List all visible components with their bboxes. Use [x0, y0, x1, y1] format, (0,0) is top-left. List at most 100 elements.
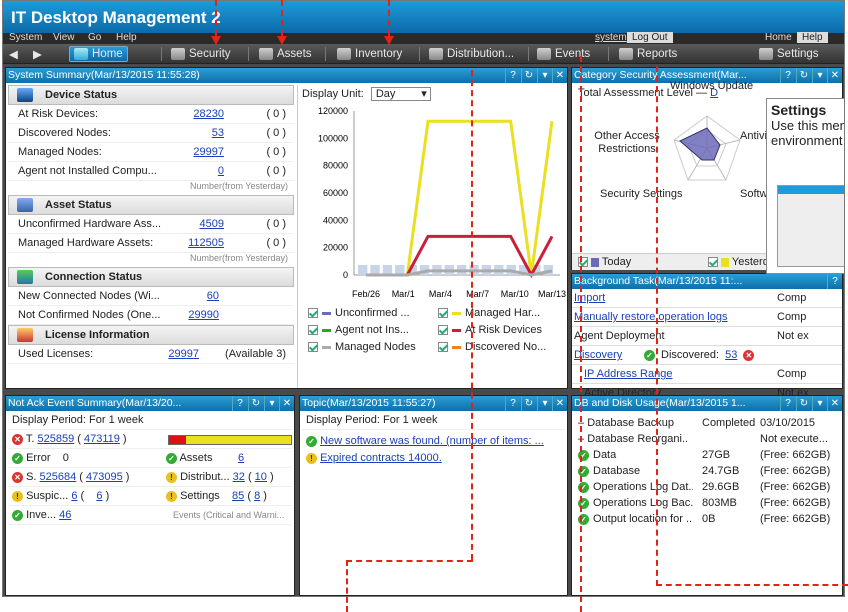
tab-events[interactable]: Events	[533, 46, 594, 62]
close-icon[interactable]: ✕	[827, 68, 842, 83]
tab-distribution[interactable]: Distribution...	[425, 46, 518, 62]
tab-reports[interactable]: Reports	[615, 46, 681, 62]
series-checkbox[interactable]	[438, 325, 448, 336]
status-row: Managed Hardware Assets: 112505( 0 )	[8, 234, 294, 253]
lock-icon	[171, 48, 185, 60]
status-value-link[interactable]: 53	[212, 124, 224, 143]
radar-label-security-settings: Security Settings	[600, 188, 683, 200]
critical-icon: ✕	[743, 349, 755, 361]
close-icon[interactable]: ✕	[279, 396, 294, 411]
help-icon[interactable]: ?	[505, 396, 520, 411]
tab-settings[interactable]: Settings	[755, 46, 823, 62]
home-link[interactable]: Home	[765, 32, 792, 43]
ok-icon: ✓	[12, 509, 23, 521]
panel-title: Topic(Mar/13/2015 11:55:27) ? ↻ ▾ ✕	[300, 396, 567, 411]
status-value-link[interactable]: 112505	[188, 234, 224, 253]
minimize-icon[interactable]: ▾	[537, 68, 552, 83]
legend-item[interactable]: At Risk Devices	[438, 324, 542, 336]
series-line	[366, 119, 554, 277]
radar-label-windows-update: Windows Update	[670, 80, 754, 92]
minimize-icon[interactable]: ▾	[812, 396, 827, 411]
tooltip-preview-image	[777, 185, 844, 267]
tab-inventory[interactable]: Inventory	[333, 46, 406, 62]
status-value-link[interactable]: 4509	[200, 215, 224, 234]
legend-item[interactable]: Agent not Ins...	[308, 324, 409, 336]
critical-icon: ✕	[12, 471, 23, 483]
status-value-link[interactable]: 29997	[193, 143, 224, 162]
y-tick-label: 80000	[323, 161, 348, 171]
db-row: – Database Reorgani... Not execute...	[578, 433, 828, 445]
menu-bar: System View Go Help system Log Out Home …	[3, 32, 844, 44]
task-name: Agent Deployment	[574, 330, 665, 342]
event-total-row: ✕ T. 525859 ( 473119 )	[8, 430, 292, 449]
refresh-icon[interactable]: ↻	[521, 68, 536, 83]
close-icon[interactable]: ✕	[552, 68, 567, 83]
minimize-icon[interactable]: ▾	[264, 396, 279, 411]
status-value-link[interactable]: 60	[207, 287, 219, 306]
x-tick-label: Mar/13	[538, 289, 566, 299]
help-icon[interactable]: ?	[780, 68, 795, 83]
section-asset-status: Asset Status	[8, 195, 294, 215]
topic-panel: Topic(Mar/13/2015 11:55:27) ? ↻ ▾ ✕ Disp…	[299, 395, 568, 596]
event-ratio-bar	[168, 435, 292, 445]
status-value-link[interactable]: 28230	[193, 105, 224, 124]
menu-help[interactable]: Help	[116, 32, 137, 43]
y-tick-label: 0	[343, 270, 348, 280]
refresh-icon[interactable]: ↻	[248, 396, 263, 411]
help-icon[interactable]: ?	[232, 396, 247, 411]
refresh-icon[interactable]: ↻	[796, 68, 811, 83]
back-button[interactable]: ◀	[5, 46, 22, 62]
tab-home[interactable]: Home	[69, 46, 128, 62]
menu-view[interactable]: View	[53, 32, 75, 43]
distribution-icon	[429, 48, 443, 60]
task-row: Agent Deployment Not ex	[572, 327, 842, 346]
panel-title: System Summary(Mar/13/2015 11:55:28) ? ↻…	[6, 68, 567, 83]
ok-icon: ✓	[166, 452, 177, 464]
db-row: ✓ Database 24.7GB (Free: 662GB)	[572, 463, 842, 479]
status-value-link[interactable]: 29990	[188, 306, 219, 325]
menu-go[interactable]: Go	[88, 32, 101, 43]
help-icon[interactable]: ?	[780, 396, 795, 411]
display-unit-select[interactable]: Day ▾	[370, 87, 431, 101]
legend-item[interactable]: Discovered No...	[438, 341, 546, 353]
status-list: Device Status At Risk Devices: 28230( 0 )…	[6, 85, 296, 364]
tab-security[interactable]: Security	[167, 46, 235, 62]
event-summary-panel: Not Ack Event Summary(Mar/13/20... ? ↻ ▾…	[5, 395, 295, 596]
license-row: Used Licenses: 29997 (Available 3)	[8, 345, 294, 364]
series-checkbox[interactable]	[308, 308, 318, 319]
legend-item[interactable]: Managed Har...	[438, 307, 540, 319]
user-name: system	[595, 32, 627, 43]
series-checkbox[interactable]	[308, 342, 318, 353]
yesterday-checkbox[interactable]	[708, 257, 718, 268]
refresh-icon[interactable]: ↻	[521, 396, 536, 411]
help-icon[interactable]: ?	[505, 68, 520, 83]
tab-assets[interactable]: Assets	[255, 46, 316, 62]
y-tick-label: 100000	[318, 133, 348, 143]
task-name[interactable]: Import	[574, 292, 605, 304]
legend-item[interactable]: Unconfirmed ...	[308, 307, 410, 319]
minimize-icon[interactable]: ▾	[812, 68, 827, 83]
series-checkbox[interactable]	[308, 325, 318, 336]
close-icon[interactable]: ✕	[827, 396, 842, 411]
note-from-yesterday: Number(from Yesterday)	[189, 181, 288, 191]
license-icon	[17, 328, 33, 342]
status-value-link[interactable]: 0	[218, 162, 224, 181]
y-tick-label: 20000	[323, 243, 348, 253]
license-value[interactable]: 29997	[168, 345, 199, 364]
critical-icon: ✕	[12, 433, 23, 445]
minimize-icon[interactable]: ▾	[537, 396, 552, 411]
db-row: – Database Backup Completed 03/10/2015	[578, 417, 816, 429]
series-checkbox[interactable]	[438, 342, 448, 353]
help-icon[interactable]: ?	[827, 274, 842, 289]
forward-button[interactable]: ▶	[29, 46, 46, 62]
status-row: New Connected Nodes (Wi... 60	[8, 287, 294, 306]
home-icon	[74, 48, 88, 60]
legend-item[interactable]: Managed Nodes	[308, 341, 416, 353]
logout-button[interactable]: Log Out	[627, 32, 673, 43]
refresh-icon[interactable]: ↻	[796, 396, 811, 411]
help-button[interactable]: Help	[797, 32, 828, 43]
task-name[interactable]: Manually restore operation logs	[574, 311, 727, 323]
close-icon[interactable]: ✕	[552, 396, 567, 411]
menu-system[interactable]: System	[9, 32, 42, 43]
series-checkbox[interactable]	[438, 308, 448, 319]
